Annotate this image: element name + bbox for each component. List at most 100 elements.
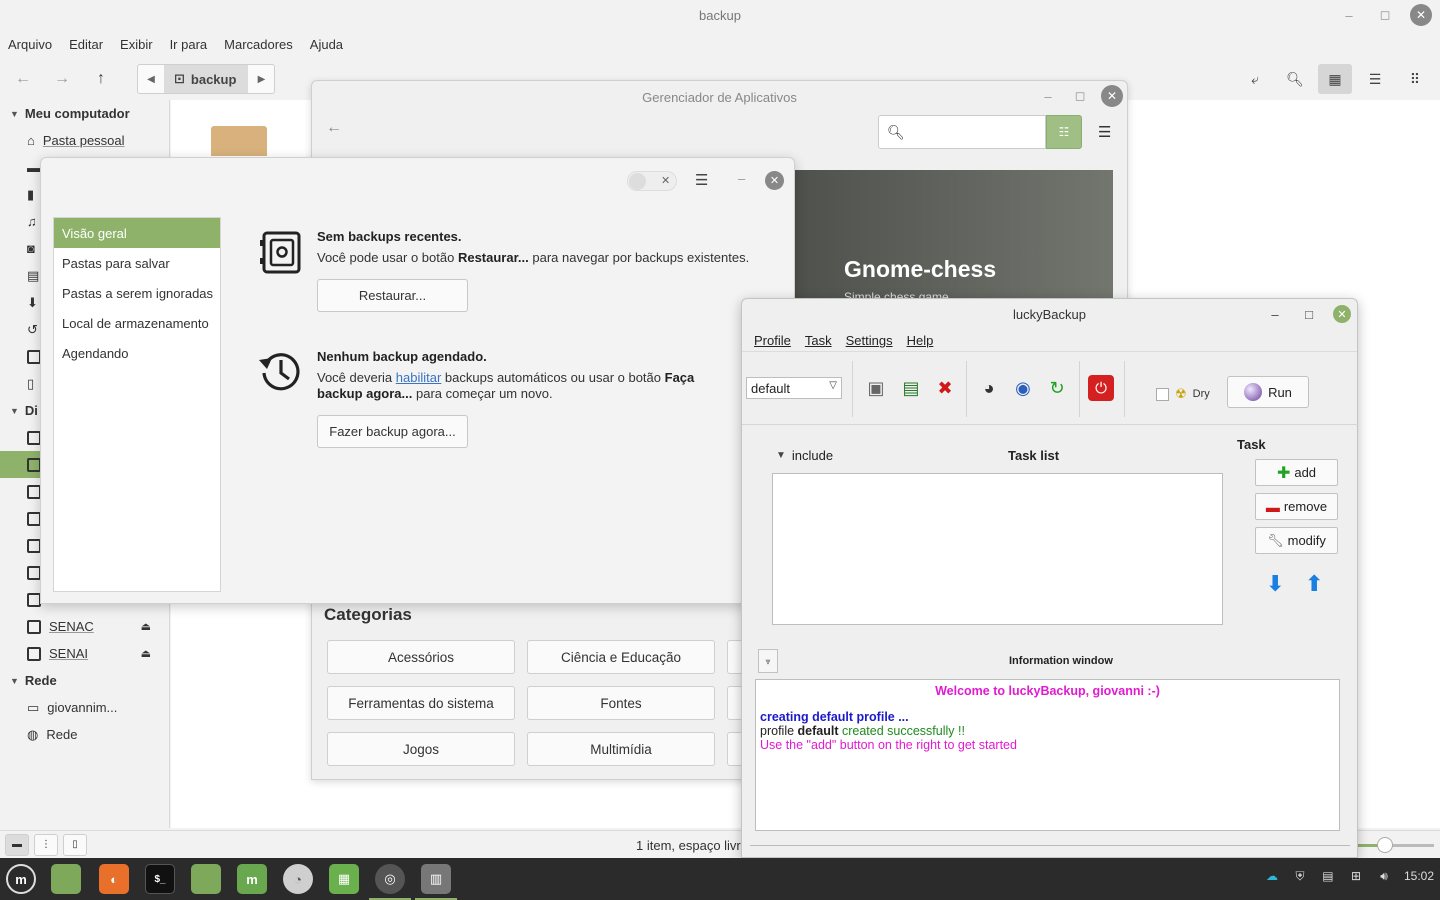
task-list[interactable] [772,473,1223,625]
category-fontes[interactable]: Fontes [527,686,715,720]
move-up-icon[interactable]: ⬆ [1305,571,1323,597]
menu-ajuda[interactable]: Ajuda [310,37,343,52]
modify-task-button[interactable]: 🔧︎ modify [1255,527,1338,554]
eject-icon[interactable]: ⏏ [141,620,151,633]
add-profile-icon[interactable]: ▤ [898,375,924,401]
mint-menu-icon[interactable]: m [6,864,36,894]
toggle-location-icon[interactable]: ⤶ [1238,64,1272,94]
power-icon[interactable]: ⏻ [1088,375,1114,401]
maximize-icon[interactable]: ◻ [1374,4,1396,26]
category-jogos[interactable]: Jogos [327,732,515,766]
sidebar-item-senac[interactable]: SENAC ⏏ [0,613,169,640]
places-toggle-icon[interactable]: ▬ [5,833,29,856]
clipboard-icon[interactable]: ▤ [1320,868,1336,884]
lb-menu-help[interactable]: Help [907,333,934,348]
forward-arrow-icon[interactable]: → [49,66,75,92]
back-arrow-icon[interactable]: ← [326,119,342,137]
search-input[interactable]: 🔍︎ [878,115,1046,149]
maximize-icon[interactable]: ◻ [1069,85,1091,107]
backup-tool-icon[interactable]: ◔ [283,864,313,894]
shield-icon[interactable]: ⛨ [1292,868,1308,884]
info-icon[interactable]: ◉ [1010,375,1036,401]
files-icon[interactable] [51,864,81,894]
zoom-slider-knob[interactable] [1377,837,1393,853]
clock[interactable]: 15:02 [1404,869,1434,883]
save-icon[interactable]: ▣ [863,375,889,401]
folder-icon[interactable] [191,864,221,894]
search-icon[interactable]: 🔍︎ [1278,64,1312,94]
profile-select[interactable]: default ▽ [746,377,842,399]
network-icon[interactable]: ⊞ [1348,868,1364,884]
lb-menu-profile[interactable]: Profile [754,333,791,348]
delete-icon[interactable]: ✖ [932,375,958,401]
zoom-slider-track[interactable] [1356,844,1434,847]
hamburger-menu-icon[interactable]: ☰ [695,171,708,189]
installed-apps-button[interactable]: ☷ [1046,115,1082,149]
hide-sidebar-icon[interactable]: ▯ [63,833,87,856]
volume-icon[interactable]: 🔊︎ [1376,868,1392,884]
menu-ir-para[interactable]: Ir para [170,37,208,52]
menu-exibir[interactable]: Exibir [120,37,153,52]
path-right-icon[interactable]: ▶ [248,74,274,85]
add-task-button[interactable]: ✚ add [1255,459,1338,486]
calculator-icon[interactable]: ▦ [329,864,359,894]
close-icon[interactable]: ✕ [1410,4,1432,26]
menu-marcadores[interactable]: Marcadores [224,37,293,52]
back-arrow-icon[interactable]: ← [10,66,36,92]
lb-menu-task[interactable]: Task [805,333,832,348]
sidebar-item-home[interactable]: ⌂ Pasta pessoal [0,127,169,154]
icon-view-icon[interactable]: ▦ [1318,64,1352,94]
schedule-icon[interactable]: ◕ [976,375,1002,401]
minimize-icon[interactable]: – [1265,307,1285,322]
remove-task-button[interactable]: ▬ remove [1255,493,1338,520]
tree-toggle-icon[interactable]: ⋮ [34,833,58,856]
category-acessorios[interactable]: Acessórios [327,640,515,674]
close-icon[interactable]: ✕ [765,171,784,190]
bk-nav-folders-save[interactable]: Pastas para salvar [54,248,220,278]
luckybackup-icon[interactable]: ◎ [369,864,411,900]
vault-icon[interactable]: ▥ [415,864,457,900]
minimize-icon[interactable]: – [1338,4,1360,26]
path-crumb-backup[interactable]: ⊡ backup [164,65,249,93]
maximize-icon[interactable]: □ [1299,307,1319,322]
featured-banner[interactable]: Gnome-chess Simple chess game [795,170,1113,310]
lb-menu-settings[interactable]: Settings [846,333,893,348]
bk-nav-overview[interactable]: Visão geral [54,218,220,248]
bk-nav-folders-ignore[interactable]: Pastas a serem ignoradas [54,278,220,308]
minimize-icon[interactable]: – [1037,85,1059,107]
move-down-icon[interactable]: ⬇ [1266,571,1284,597]
firefox-icon[interactable]: ◐ [99,864,129,894]
minimize-icon[interactable]: – [738,171,745,186]
up-arrow-icon[interactable]: ↑ [88,66,114,92]
bk-nav-storage[interactable]: Local de armazenamento [54,308,220,338]
menu-arquivo[interactable]: Arquivo [8,37,52,52]
info-collapse-icon[interactable]: ⩔ [758,649,778,673]
sidebar-item-senai[interactable]: SENAI ⏏ [0,640,169,667]
category-ferramentas[interactable]: Ferramentas do sistema [327,686,515,720]
close-icon[interactable]: ✕ [1333,305,1351,323]
software-manager-icon[interactable]: m [237,864,267,894]
sidebar-section-network[interactable]: ▼ Rede [0,667,169,694]
hamburger-menu-icon[interactable]: ☰ [1098,123,1111,141]
compact-view-icon[interactable]: ⠿ [1398,64,1432,94]
refresh-icon[interactable]: ↻ [1044,375,1070,401]
category-multimidia[interactable]: Multimídia [527,732,715,766]
list-view-icon[interactable]: ☰ [1358,64,1392,94]
terminal-icon[interactable]: $_ [145,864,175,894]
include-toggle[interactable]: ▼ include [776,448,833,463]
cloud-sync-icon[interactable]: ☁ [1264,868,1280,884]
auto-backup-toggle[interactable]: ✕ [627,171,677,191]
eject-icon[interactable]: ⏏ [141,647,151,660]
dry-run-checkbox[interactable] [1156,387,1169,401]
sidebar-item-network-user[interactable]: ▭ giovannim... [0,694,169,721]
backup-now-button[interactable]: Fazer backup agora... [317,415,468,448]
restore-button[interactable]: Restaurar... [317,279,468,312]
enable-link[interactable]: habilitar [396,370,442,385]
bk-nav-scheduling[interactable]: Agendando [54,338,220,368]
package-icon[interactable] [211,126,267,156]
path-left-icon[interactable]: ◀ [138,74,164,85]
sidebar-section-computer[interactable]: ▼ Meu computador [0,100,169,127]
dry-run-option[interactable]: ☢ Dry [1156,386,1210,402]
close-icon[interactable]: ✕ [1101,85,1123,107]
run-button[interactable]: Run [1227,376,1309,408]
